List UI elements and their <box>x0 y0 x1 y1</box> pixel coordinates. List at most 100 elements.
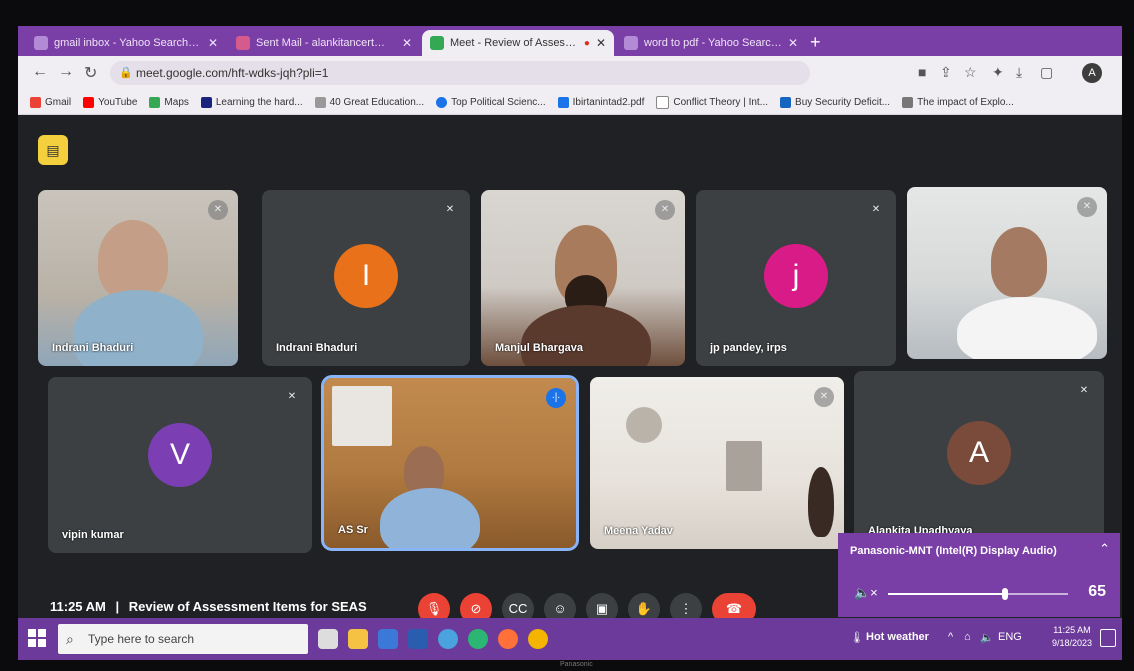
mic-off-icon: 🎙 <box>425 601 443 616</box>
participant-tile[interactable]: A ✕ Alankita Upadhyaya <box>854 371 1104 549</box>
bookmark-explo[interactable]: The impact of Explo... <box>902 96 1014 108</box>
participant-video <box>332 386 392 446</box>
audio-level-icon: ∙|∙ <box>546 388 566 408</box>
more-vert-icon: ⋮ <box>679 601 693 616</box>
gmail-icon <box>236 36 250 50</box>
windows-start-icon[interactable] <box>28 629 46 647</box>
participant-tile[interactable]: j ✕ jp pandey, irps <box>696 190 896 366</box>
back-icon[interactable]: ← <box>32 63 48 81</box>
weather-label[interactable]: Hot weather <box>866 631 929 643</box>
edge-icon[interactable] <box>468 629 488 649</box>
firefox-icon[interactable] <box>498 629 518 649</box>
meet-activities-badge[interactable]: ▤ <box>38 135 68 165</box>
new-tab-button[interactable]: + <box>810 32 821 53</box>
volume-flyout: Panasonic-MNT (Intel(R) Display Audio) ⌃… <box>838 533 1120 617</box>
extensions-icon[interactable]: ✦ <box>992 64 1004 81</box>
taskbar-search-box[interactable]: ⌕ Type here to search <box>58 624 308 654</box>
chrome-icon[interactable] <box>528 629 548 649</box>
participant-tile[interactable]: V ✕ vipin kumar <box>48 377 312 553</box>
participant-video <box>957 297 1097 359</box>
mail-icon[interactable] <box>408 629 428 649</box>
screen: gmail inbox - Yahoo Search Res ✕ Sent Ma… <box>18 26 1122 660</box>
participant-video <box>380 488 480 548</box>
app-icon[interactable] <box>438 629 458 649</box>
participant-name: Indrani Bhaduri <box>276 342 358 354</box>
close-icon[interactable]: ✕ <box>596 36 606 50</box>
tab-meet[interactable]: Meet - Review of Assessme ● ✕ <box>422 30 614 56</box>
file-explorer-icon[interactable] <box>348 629 368 649</box>
audio-device-label: Panasonic-MNT (Intel(R) Display Audio) <box>850 545 1057 557</box>
meeting-title: Review of Assessment Items for SEAS <box>128 599 367 614</box>
avatar: V <box>148 423 212 487</box>
store-icon[interactable] <box>378 629 398 649</box>
mic-off-icon: ✕ <box>814 387 834 407</box>
volume-slider[interactable] <box>888 588 1068 600</box>
bookmark-maps[interactable]: Maps <box>149 96 189 108</box>
close-icon[interactable]: ✕ <box>208 36 218 50</box>
bookmark-learning[interactable]: Learning the hard... <box>200 96 303 108</box>
participant-name: vipin kumar <box>62 529 124 541</box>
mic-off-icon: ✕ <box>866 200 886 220</box>
participant-tile[interactable]: ✕ Indrani Bhaduri <box>38 190 238 366</box>
participant-tile[interactable]: I ✕ Indrani Bhaduri <box>262 190 470 366</box>
network-icon[interactable]: ⌂ <box>964 631 971 643</box>
tab-sent-mail[interactable]: Sent Mail - alankitancert@gmail ✕ <box>228 30 420 56</box>
notifications-icon[interactable] <box>1100 629 1116 647</box>
share-icon[interactable]: ⇪ <box>940 64 952 81</box>
participant-tile-active-speaker[interactable]: ∙|∙ AS Sr <box>321 375 579 551</box>
profile-avatar[interactable]: A <box>1082 63 1102 83</box>
speaker-muted-icon[interactable]: 🔈× <box>854 585 878 601</box>
bookmark-security[interactable]: Buy Security Deficit... <box>780 96 890 108</box>
bookmark-pdf[interactable]: Ibirtanintad2.pdf <box>557 96 644 108</box>
bookmark-education[interactable]: 40 Great Education... <box>314 96 424 108</box>
site-icon <box>200 96 212 108</box>
address-bar[interactable]: 🔒 meet.google.com/hft-wdks-jqh?pli=1 <box>110 61 810 85</box>
site-icon <box>314 96 326 108</box>
participant-tile[interactable]: ✕ <box>907 187 1107 359</box>
bookmark-youtube[interactable]: YouTube <box>83 96 137 108</box>
language-icon[interactable]: ENG <box>998 631 1022 643</box>
search-placeholder: Type here to search <box>88 632 195 646</box>
task-view-icon[interactable] <box>318 629 338 649</box>
participant-name: Meena Yadav <box>604 525 673 537</box>
tab-word-to-pdf[interactable]: word to pdf - Yahoo Search Res ✕ <box>616 30 806 56</box>
participant-name: AS Sr <box>338 524 368 536</box>
camera-indicator-icon[interactable]: ■ <box>918 64 926 80</box>
mic-off-icon: ✕ <box>1077 197 1097 217</box>
weather-icon[interactable]: 🌡 <box>850 631 864 644</box>
taskbar-clock[interactable]: 11:25 AM 9/18/2023 <box>1052 624 1092 650</box>
participant-video <box>726 441 762 491</box>
site-icon <box>902 96 914 108</box>
speaker-icon[interactable]: 🔈 <box>980 631 994 644</box>
participant-tile[interactable]: ✕ Manjul Bhargava <box>481 190 685 366</box>
download-icon[interactable]: ⤓ <box>1016 64 1022 81</box>
monitor-brand: Panasonic <box>560 661 593 668</box>
mic-off-icon: ✕ <box>282 387 302 407</box>
avatar: j <box>764 244 828 308</box>
camera-off-icon: ⊘ <box>470 601 482 616</box>
clock-date: 9/18/2023 <box>1051 638 1092 648</box>
participant-video <box>521 305 651 366</box>
fan-icon <box>626 407 662 443</box>
side-panel-icon[interactable]: ▢ <box>1040 64 1053 81</box>
forward-icon[interactable]: → <box>58 63 74 81</box>
bookmark-conflict-theory[interactable]: Conflict Theory | Int... <box>656 95 768 109</box>
chevron-up-icon[interactable]: ^ <box>948 631 953 643</box>
close-icon[interactable]: ✕ <box>788 36 798 50</box>
close-icon[interactable]: ✕ <box>402 36 412 50</box>
chevron-up-icon[interactable]: ⌃ <box>1099 541 1110 557</box>
recording-dot-icon: ● <box>583 37 590 49</box>
tab-gmail-search[interactable]: gmail inbox - Yahoo Search Res ✕ <box>26 30 226 56</box>
bookmark-star-icon[interactable]: ☆ <box>964 64 977 81</box>
hand-icon: ✋ <box>635 601 653 616</box>
volume-slider-thumb[interactable] <box>1002 588 1008 600</box>
bookmark-gmail[interactable]: Gmail <box>30 96 71 108</box>
site-icon <box>656 95 670 109</box>
participant-tile[interactable]: ✕ Meena Yadav <box>590 377 844 549</box>
document-icon <box>557 96 569 108</box>
separator: | <box>115 599 120 614</box>
bookmark-political-science[interactable]: Top Political Scienc... <box>436 96 546 108</box>
participant-video <box>808 467 834 537</box>
reload-icon[interactable]: ↻ <box>84 63 97 83</box>
meet-icon <box>430 36 444 50</box>
